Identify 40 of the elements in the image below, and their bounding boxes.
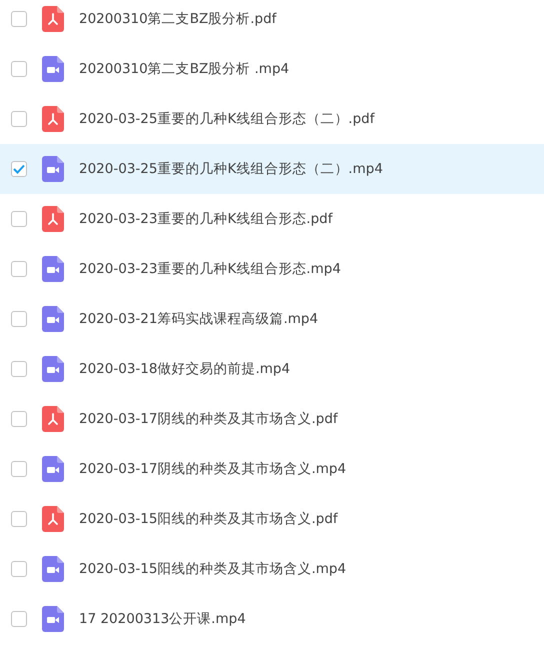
file-name: 2020-03-17阴线的种类及其市场含义.pdf: [79, 410, 338, 428]
file-name: 2020-03-23重要的几种K线组合形态.pdf: [79, 210, 332, 228]
checkbox[interactable]: [11, 211, 27, 227]
checkbox[interactable]: [11, 561, 27, 577]
file-name: 2020-03-15阳线的种类及其市场含义.pdf: [79, 510, 338, 528]
file-name: 20200310第二支BZ股分析 .mp4: [79, 60, 290, 78]
pdf-file-icon: [42, 506, 64, 532]
file-name: 2020-03-18做好交易的前提.mp4: [79, 360, 290, 378]
checkbox[interactable]: [11, 111, 27, 127]
video-file-icon: [42, 156, 64, 182]
video-file-icon: [42, 256, 64, 282]
file-name: 2020-03-21筹码实战课程高级篇.mp4: [79, 310, 318, 328]
file-name: 2020-03-25重要的几种K线组合形态（二）.mp4: [79, 160, 383, 178]
video-file-icon: [42, 456, 64, 482]
file-name: 2020-03-17阴线的种类及其市场含义.mp4: [79, 460, 346, 478]
checkbox[interactable]: [11, 11, 27, 27]
pdf-file-icon: [42, 6, 64, 32]
checkbox[interactable]: [11, 311, 27, 327]
checkbox[interactable]: [11, 411, 27, 427]
checkbox[interactable]: [11, 61, 27, 77]
video-file-icon: [42, 606, 64, 632]
file-row-selected[interactable]: 2020-03-25重要的几种K线组合形态（二）.mp4: [0, 144, 544, 194]
checkbox[interactable]: [11, 511, 27, 527]
video-file-icon: [42, 556, 64, 582]
pdf-file-icon: [42, 206, 64, 232]
pdf-file-icon: [42, 406, 64, 432]
checkbox[interactable]: [11, 611, 27, 627]
checkbox[interactable]: [11, 361, 27, 377]
file-name: 17 20200313公开课.mp4: [79, 610, 246, 628]
video-file-icon: [42, 356, 64, 382]
file-name: 20200310第二支BZ股分析.pdf: [79, 10, 276, 28]
video-file-icon: [42, 56, 64, 82]
checkbox[interactable]: [11, 461, 27, 477]
video-file-icon: [42, 306, 64, 332]
file-name: 2020-03-25重要的几种K线组合形态（二）.pdf: [79, 110, 374, 128]
pdf-file-icon: [42, 106, 64, 132]
file-name: 2020-03-15阳线的种类及其市场含义.mp4: [79, 560, 346, 578]
file-name: 2020-03-23重要的几种K线组合形态.mp4: [79, 260, 341, 278]
checkbox[interactable]: [11, 161, 27, 177]
checkbox[interactable]: [11, 261, 27, 277]
